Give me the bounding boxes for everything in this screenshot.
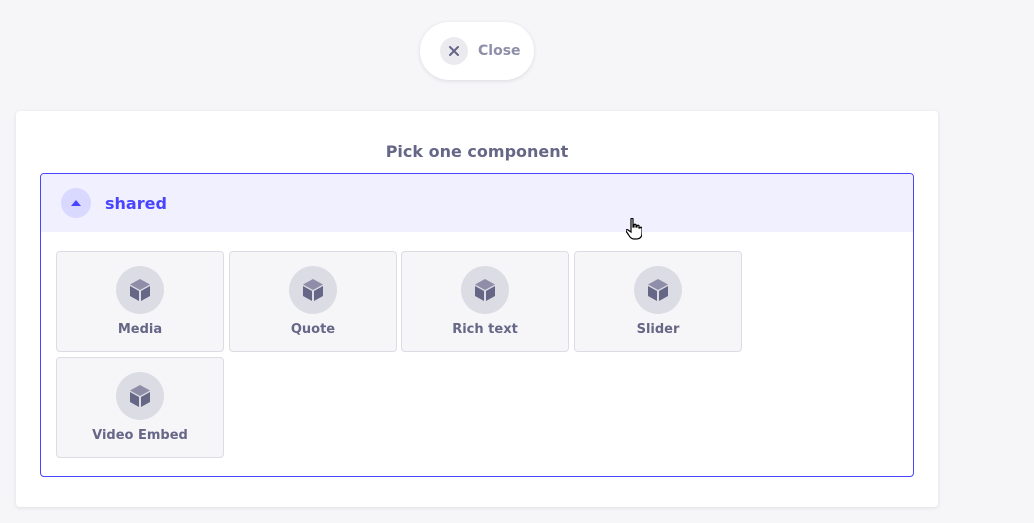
cube-icon [116,266,164,314]
component-picker-panel: Pick one component shared Media Quote Ri… [16,111,938,507]
component-label: Rich text [452,322,518,337]
close-label: Close [478,43,521,59]
chevron-up-icon[interactable] [61,188,91,218]
component-label: Media [117,322,163,337]
panel-title: Pick one component [385,142,569,161]
component-card-media[interactable]: Media [56,251,224,352]
component-grid: Media Quote Rich text Slider Video Embed [41,232,913,458]
category-accordion: shared Media Quote Rich text Slider Vide… [40,173,914,477]
component-card-rich-text[interactable]: Rich text [401,251,569,352]
close-icon [440,37,468,65]
category-header-shared[interactable]: shared [41,174,913,232]
component-label: Quote [290,322,336,337]
cube-icon [289,266,337,314]
cube-icon [634,266,682,314]
component-card-slider[interactable]: Slider [574,251,742,352]
category-name: shared [105,193,167,213]
component-label: Slider [636,322,680,337]
cube-icon [116,372,164,420]
component-card-video-embed[interactable]: Video Embed [56,357,224,458]
component-label: Video Embed [92,428,188,443]
close-button[interactable]: Close [420,22,534,80]
cube-icon [461,266,509,314]
component-card-quote[interactable]: Quote [229,251,397,352]
hand-cursor-icon [625,217,643,240]
